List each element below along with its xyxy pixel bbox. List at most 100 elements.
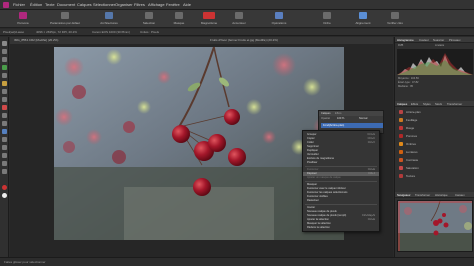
tab-brushes[interactable]: Pinceaux: [449, 37, 461, 43]
tab-layers[interactable]: Calques: [397, 101, 407, 107]
layer-row[interactable]: Pommes: [397, 133, 473, 139]
move-tool-icon[interactable]: [2, 41, 7, 46]
eraser-tool-icon[interactable]: [2, 89, 7, 94]
zoom-tool-icon[interactable]: [2, 161, 7, 166]
mask-icon: [175, 12, 183, 19]
layer-row[interactable]: Texture: [397, 173, 473, 179]
menu-item-shrink-selection[interactable]: Réduire la sélection: [303, 226, 379, 230]
context-units[interactable]: Unités : Pixels: [140, 30, 159, 35]
operations-button[interactable]: Opérations: [262, 12, 296, 27]
menu-bar: Fichier Édition Texte Document Calques S…: [0, 0, 474, 10]
menu-arrange[interactable]: Organiser: [115, 2, 133, 7]
layer-row[interactable]: Ombres: [397, 141, 473, 147]
keys-button[interactable]: Vérifier clés: [378, 12, 412, 27]
tab-swatches[interactable]: Nuancier: [433, 37, 444, 43]
alignment-button[interactable]: Alignement: [346, 12, 380, 27]
selected-layer-row[interactable]: Fond(Arrière-plan): [321, 123, 383, 128]
menu-item-rasterize[interactable]: Rasteriser: [303, 199, 379, 203]
mask-button[interactable]: Masque: [162, 12, 196, 27]
crop-tool-icon[interactable]: [2, 49, 7, 54]
order-button[interactable]: Ordre: [310, 12, 344, 27]
layer-swatch: [399, 142, 403, 146]
layer-row[interactable]: Arrière-plan: [397, 109, 473, 115]
context-camera: Canon EOS 1000 (30 f8mm): [92, 30, 131, 34]
primary-color-icon[interactable]: [2, 185, 7, 190]
dodge-tool-icon[interactable]: [2, 113, 7, 118]
cherry-branch-photo: [54, 47, 344, 240]
navigator-thumbnail[interactable]: [397, 200, 473, 252]
clone-tool-icon[interactable]: [2, 97, 7, 102]
layer-row[interactable]: Contraste: [397, 157, 473, 163]
settings-icon: [61, 12, 69, 19]
layer-swatch: [399, 126, 403, 130]
operations-icon: [275, 12, 283, 19]
tab-navigator[interactable]: Navigateur: [397, 192, 411, 198]
brush-tool-icon[interactable]: [2, 65, 7, 70]
tab-transform-nav[interactable]: Transformer: [415, 192, 430, 198]
blur-tool-icon[interactable]: [2, 121, 7, 126]
menu-item-pixelize[interactable]: Pixelliser: [303, 161, 379, 165]
layers-panel-tabs: Calques Effets Styles Stock Transformer: [395, 101, 474, 107]
menu-window[interactable]: Fenêtre: [166, 2, 180, 7]
secondary-color-icon[interactable]: [2, 193, 7, 198]
menu-filters[interactable]: Filtres: [134, 2, 145, 7]
blend-mode-select[interactable]: Normal: [359, 117, 367, 121]
opacity-label: Opacité: [321, 117, 330, 120]
status-bar: Faites glisser pour sélectionner: [0, 257, 474, 266]
tab-color[interactable]: Couleur: [419, 37, 429, 43]
layers-mini-tabs: Calques Effets: [319, 111, 383, 116]
menu-edit[interactable]: Édition: [30, 2, 42, 7]
menu-text[interactable]: Texte: [45, 2, 55, 7]
document-second-tab-title[interactable]: Fruits d'hiver (fermer Fruits et.jpg (Mo…: [210, 38, 278, 43]
gradient-tool-icon[interactable]: [2, 153, 7, 158]
menu-separator: [305, 181, 377, 182]
architectures-button[interactable]: Architectures: [92, 12, 126, 27]
text-tool-icon[interactable]: [2, 137, 7, 142]
menu-document[interactable]: Document: [57, 2, 75, 7]
menu-item-add-mask[interactable]: Ajouter un masque de calque: [303, 176, 379, 180]
layers-mini-tab-layers[interactable]: Calques: [321, 111, 331, 116]
mask-label: Masque: [173, 21, 185, 25]
pen-tool-icon[interactable]: [2, 129, 7, 134]
layers-mini-tab-effects[interactable]: Effets: [335, 111, 342, 116]
context-tool[interactable]: Pixel(sel)/Lasso: [3, 30, 24, 35]
tab-styles[interactable]: Styles: [423, 101, 431, 107]
tab-transform[interactable]: Transformer: [447, 101, 462, 107]
pencil-tool-icon[interactable]: [2, 81, 7, 86]
right-panel: Histogramme Couleur Nuancier Pinceaux RV…: [394, 37, 474, 257]
redeye-tool-icon[interactable]: [2, 105, 7, 110]
fill-tool-icon[interactable]: [2, 73, 7, 78]
menu-file[interactable]: Fichier: [13, 2, 25, 7]
shape-tool-icon[interactable]: [2, 145, 7, 150]
histogram-chart: [397, 53, 473, 75]
selection-tool-icon[interactable]: [2, 57, 7, 62]
menu-layers[interactable]: Calques: [77, 2, 92, 7]
opacity-value[interactable]: 100 %: [337, 117, 344, 121]
magnetism-button[interactable]: Magnétisme: [192, 12, 226, 27]
layer-row[interactable]: Feuillage: [397, 117, 473, 123]
layer-row[interactable]: Lumières: [397, 149, 473, 155]
tab-channels[interactable]: Canaux: [455, 192, 465, 198]
persona-button[interactable]: Persona: [6, 12, 40, 27]
layer-row[interactable]: Rouge: [397, 125, 473, 131]
grid-icon: [105, 12, 113, 19]
canvas-photo[interactable]: [54, 47, 344, 240]
tab-histogram[interactable]: Histogramme: [397, 37, 414, 43]
histogram-stddev: Écart-type : 47.82: [398, 81, 419, 84]
architectures-label: Architectures: [100, 21, 118, 25]
tab-effects[interactable]: Effets: [411, 101, 418, 107]
histogram-channel[interactable]: RVB: [398, 44, 403, 47]
selection-button[interactable]: Sélection: [132, 12, 166, 27]
menu-view[interactable]: Affichage: [148, 2, 165, 7]
sharpen-button[interactable]: Accentuer: [222, 12, 256, 27]
histogram-mode[interactable]: Linéaire: [435, 44, 444, 47]
view-tool-icon[interactable]: [2, 169, 7, 174]
layer-row[interactable]: Saturation: [397, 165, 473, 171]
tab-stock[interactable]: Stock: [435, 101, 442, 107]
tab-history[interactable]: Historique: [435, 192, 448, 198]
context-toolbar: Pixel(sel)/Lasso 4096 × 2635px, 72 DPI, …: [0, 29, 474, 36]
menu-select[interactable]: Sélectionner: [93, 2, 115, 7]
document-tab[interactable]: IMG_8554.CR2 [Modifié] (20.2%) Fruits d'…: [10, 37, 393, 44]
menu-help[interactable]: Aide: [183, 2, 191, 7]
default-settings-button[interactable]: Paramètres par défaut: [48, 12, 82, 27]
